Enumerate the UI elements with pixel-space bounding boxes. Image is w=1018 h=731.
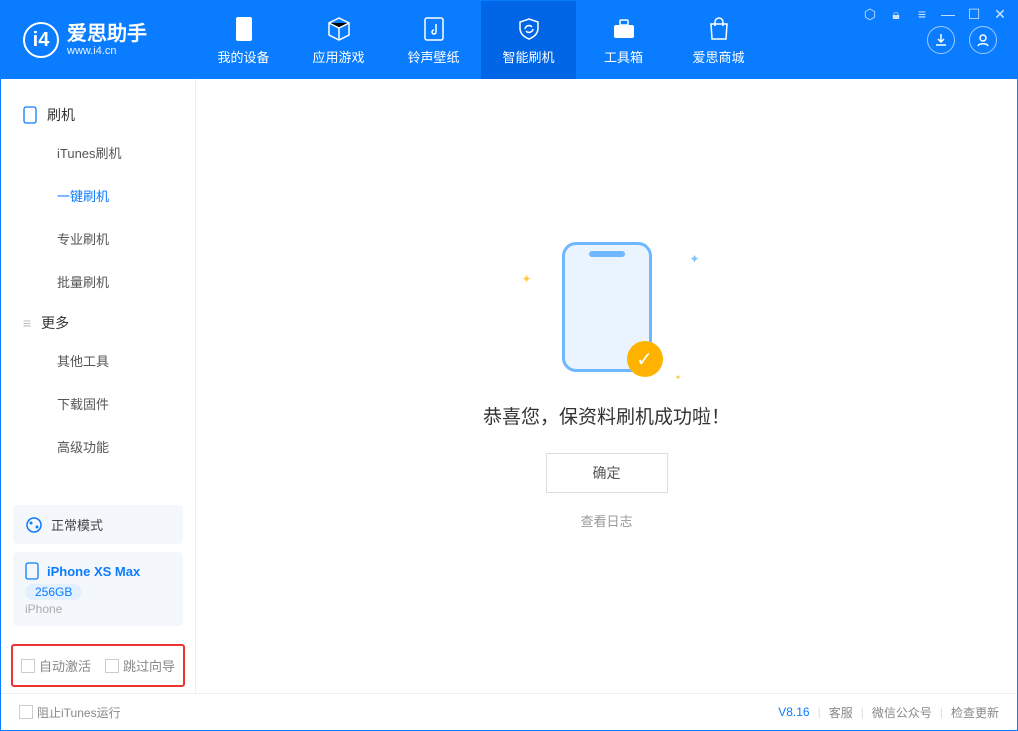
header: i4 爱思助手 www.i4.cn 我的设备 应用游戏 铃声壁纸 智能刷机 工具… <box>1 1 1017 79</box>
device-name: iPhone XS Max <box>47 564 140 579</box>
version-label: V8.16 <box>778 705 809 719</box>
nav-label: 工具箱 <box>604 47 643 66</box>
sidebar-group-flash: 刷机 <box>1 95 195 131</box>
shirt-icon[interactable]: ⬡ <box>862 6 878 23</box>
app-name: 爱思助手 <box>67 23 147 45</box>
nav-toolbox[interactable]: 工具箱 <box>576 1 671 79</box>
logo-area: i4 爱思助手 www.i4.cn <box>1 1 196 79</box>
opt-label: 自动激活 <box>39 659 91 674</box>
phone-icon <box>230 15 258 43</box>
window-controls: ⬡ 🔒︎ ≡ — ☐ ✕ <box>862 6 1008 23</box>
mode-icon <box>25 516 43 534</box>
support-link[interactable]: 客服 <box>829 704 853 721</box>
footer-label: 阻止iTunes运行 <box>37 706 121 720</box>
nav-label: 爱思商城 <box>692 47 744 66</box>
phone-outline-icon <box>23 106 37 124</box>
sparkle-icon: ✦ <box>689 252 699 266</box>
logo-icon: i4 <box>23 22 59 58</box>
sidebar-group-more: ≡ 更多 <box>1 303 195 339</box>
toolbox-icon <box>610 15 638 43</box>
nav-ringtones[interactable]: 铃声壁纸 <box>386 1 481 79</box>
sidebar-item-download-fw[interactable]: 下载固件 <box>1 382 195 425</box>
sidebar-item-pro[interactable]: 专业刷机 <box>1 217 195 260</box>
nav-my-device[interactable]: 我的设备 <box>196 1 291 79</box>
opt-label: 跳过向导 <box>123 659 175 674</box>
device-icon <box>25 562 39 580</box>
group-title: 更多 <box>41 313 69 333</box>
device-panel[interactable]: iPhone XS Max 256GB iPhone <box>13 552 183 626</box>
app-domain: www.i4.cn <box>67 45 147 57</box>
nav-label: 铃声壁纸 <box>407 47 459 66</box>
device-storage: 256GB <box>25 584 82 600</box>
group-title: 刷机 <box>47 105 75 125</box>
auto-activate-checkbox[interactable]: 自动激活 <box>21 656 91 675</box>
mode-panel[interactable]: 正常模式 <box>13 505 183 544</box>
nav-smart-flash[interactable]: 智能刷机 <box>481 1 576 79</box>
sidebar-item-advanced[interactable]: 高级功能 <box>1 425 195 468</box>
nav-label: 我的设备 <box>217 47 269 66</box>
main-content: ✦ ✦ ✦ ✓ 恭喜您，保资料刷机成功啦！ 确定 查看日志 <box>196 79 1017 693</box>
options-row: 自动激活 跳过向导 <box>11 644 185 687</box>
sparkle-icon: ✦ <box>675 373 682 382</box>
success-illustration: ✓ <box>562 242 652 372</box>
list-icon: ≡ <box>23 315 31 331</box>
maximize-icon[interactable]: ☐ <box>966 6 982 23</box>
sidebar-item-oneclick[interactable]: 一键刷机 <box>1 174 195 217</box>
success-message: 恭喜您，保资料刷机成功啦！ <box>483 402 730 429</box>
refresh-shield-icon <box>515 15 543 43</box>
check-icon: ✓ <box>627 341 663 377</box>
wechat-link[interactable]: 微信公众号 <box>872 704 932 721</box>
sidebar-item-batch[interactable]: 批量刷机 <box>1 260 195 303</box>
music-file-icon <box>420 15 448 43</box>
device-type: iPhone <box>25 602 171 616</box>
sidebar-item-itunes[interactable]: iTunes刷机 <box>1 131 195 174</box>
sparkle-icon: ✦ <box>522 272 532 286</box>
footer: 阻止iTunes运行 V8.16 | 客服 | 微信公众号 | 检查更新 <box>1 693 1017 730</box>
sidebar: 刷机 iTunes刷机 一键刷机 专业刷机 批量刷机 ≡ 更多 其他工具 下载固… <box>1 79 196 693</box>
nav-apps-games[interactable]: 应用游戏 <box>291 1 386 79</box>
close-icon[interactable]: ✕ <box>992 6 1008 23</box>
view-log-link[interactable]: 查看日志 <box>580 511 632 530</box>
nav-label: 智能刷机 <box>502 47 554 66</box>
check-update-link[interactable]: 检查更新 <box>951 704 999 721</box>
mode-label: 正常模式 <box>51 515 103 534</box>
skip-guide-checkbox[interactable]: 跳过向导 <box>105 656 175 675</box>
nav-label: 应用游戏 <box>312 47 364 66</box>
download-button[interactable] <box>927 26 955 54</box>
top-nav: 我的设备 应用游戏 铃声壁纸 智能刷机 工具箱 爱思商城 <box>196 1 766 79</box>
minimize-icon[interactable]: — <box>940 6 956 23</box>
lock-icon[interactable]: 🔒︎ <box>888 6 904 23</box>
ok-button[interactable]: 确定 <box>546 453 668 493</box>
sidebar-item-other-tools[interactable]: 其他工具 <box>1 339 195 382</box>
nav-store[interactable]: 爱思商城 <box>671 1 766 79</box>
account-button[interactable] <box>969 26 997 54</box>
bag-icon <box>705 15 733 43</box>
block-itunes-checkbox[interactable]: 阻止iTunes运行 <box>19 704 121 721</box>
menu-icon[interactable]: ≡ <box>914 6 930 23</box>
cube-icon <box>325 15 353 43</box>
